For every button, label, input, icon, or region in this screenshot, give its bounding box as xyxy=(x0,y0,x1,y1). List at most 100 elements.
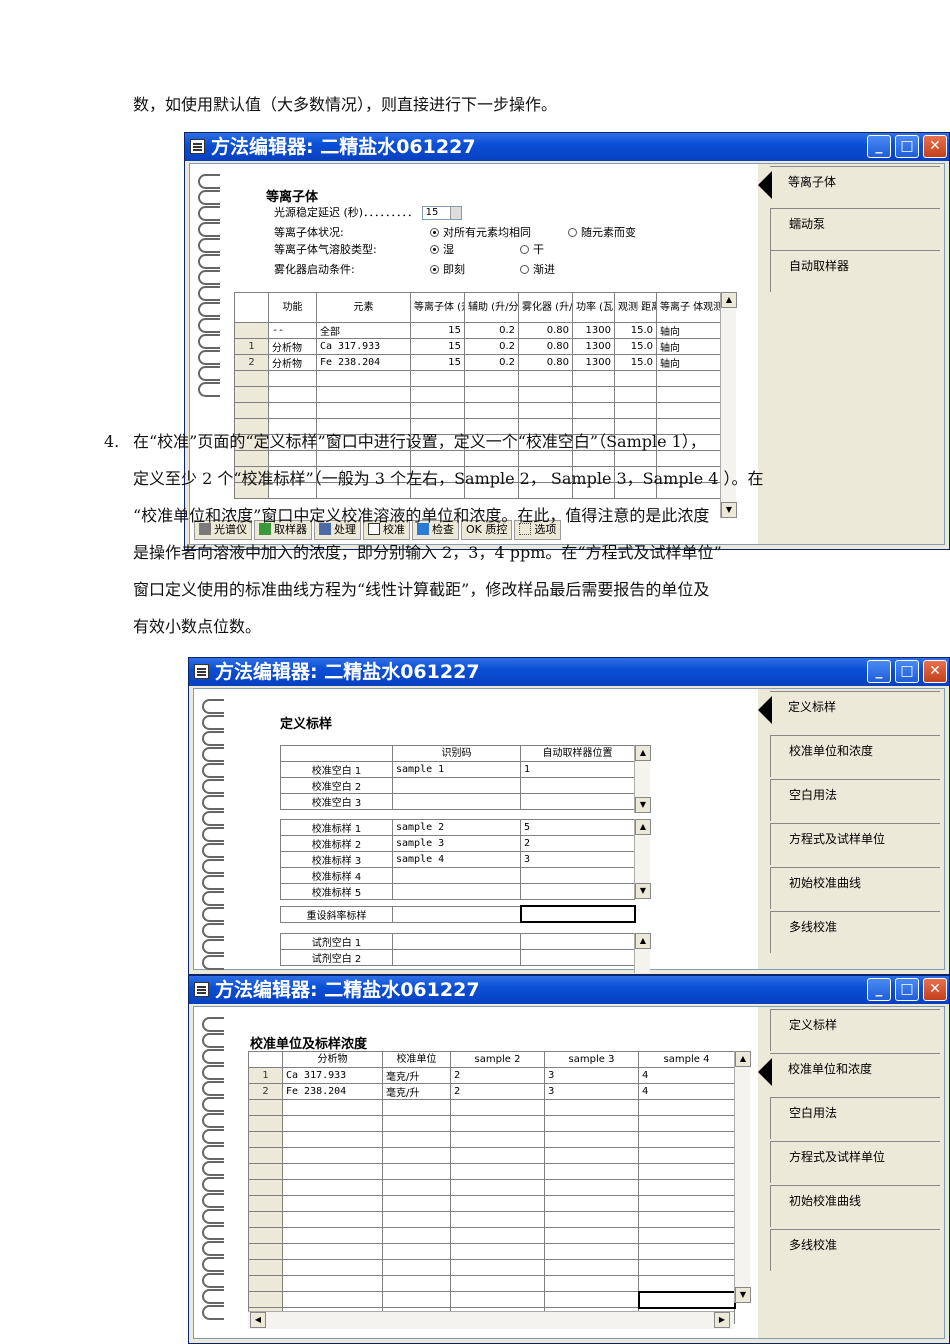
scroll-up-arrow-icon[interactable]: ▲ xyxy=(635,745,651,761)
paragraph-line: 定义至少 2 个“校准标样”（一般为 3 个左右，Sample 2， Sampl… xyxy=(133,469,764,488)
corner-cell xyxy=(234,292,269,323)
tab-calib-units[interactable]: 校准单位和浓度 xyxy=(770,735,940,777)
title-bar[interactable]: 方法编辑器: 二精盐水061227 _ □ ✕ xyxy=(189,976,949,1004)
window-title: 方法编辑器: 二精盐水061227 xyxy=(215,661,480,683)
tab-autosampler[interactable]: 自动取样器 xyxy=(770,250,940,292)
close-button[interactable]: ✕ xyxy=(923,135,947,158)
section-title: 校准单位及标样浓度 xyxy=(250,1037,368,1052)
tab-equation-units[interactable]: 方程式及试样单位 xyxy=(770,823,940,865)
col-header: 分析物 xyxy=(282,1051,383,1068)
table-row[interactable]: 重设斜率标样 xyxy=(280,905,636,923)
tab-initial-curve[interactable]: 初始校准曲线 xyxy=(770,1185,940,1227)
tab-define-standards[interactable]: 定义标样 xyxy=(758,691,940,733)
table-scrollbar[interactable]: ▲ ▼ xyxy=(734,1051,751,1303)
scroll-up-arrow-icon[interactable]: ▲ xyxy=(635,933,651,949)
window-icon xyxy=(194,664,209,679)
close-button[interactable]: ✕ xyxy=(923,660,947,683)
scroll-up-arrow-icon[interactable]: ▲ xyxy=(721,292,737,308)
table-row[interactable]: 校准空白 3 xyxy=(280,793,635,810)
radio-wet[interactable]: 湿 xyxy=(430,241,454,257)
minimize-button[interactable]: _ xyxy=(867,660,891,683)
radio-per-element[interactable]: 随元素而变 xyxy=(568,224,636,240)
plasma-condition-label: 等离子体状况: xyxy=(274,226,344,239)
step-number: 4. xyxy=(104,432,120,451)
radio-gradual[interactable]: 渐进 xyxy=(520,261,555,277)
close-button[interactable]: ✕ xyxy=(923,978,947,1001)
scroll-down-arrow-icon[interactable]: ▼ xyxy=(635,883,651,899)
window-title: 方法编辑器: 二精盐水061227 xyxy=(211,136,476,158)
col-header: 等离子体 (升/分) xyxy=(410,292,465,323)
method-editor-window-standards: 方法编辑器: 二精盐水061227 _ □ ✕ 定义标样 识别码 自动取样器位置 … xyxy=(188,657,950,975)
tab-blank-usage[interactable]: 空白用法 xyxy=(770,1097,940,1139)
paragraph-line: 是操作者向溶液中加入的浓度，即分别输入 2，3，4 ppm。在“方程式及试样单位… xyxy=(133,543,722,562)
table-row[interactable]: 1 Ca 317.933 毫克/升 2 3 4 xyxy=(248,1067,735,1084)
table-row[interactable]: 校准标样 3 sample 43 xyxy=(280,851,635,868)
title-bar[interactable]: 方法编辑器: 二精盐水061227 _ □ ✕ xyxy=(185,133,949,161)
tab-plasma[interactable]: 等离子体 xyxy=(758,166,940,208)
tab-strip: 等离子体 蠕动泵 自动取样器 xyxy=(758,164,944,544)
scroll-down-arrow-icon[interactable]: ▼ xyxy=(721,502,737,518)
col-header: 辅助 (升/分) xyxy=(464,292,519,323)
table-row[interactable]: 校准标样 1 sample 25 xyxy=(280,819,635,836)
concentration-table: 分析物 校准单位 sample 2 sample 3 sample 4 1 Ca … xyxy=(248,1051,736,1324)
tab-multiline[interactable]: 多线校准 xyxy=(770,911,940,953)
editor-client: 定义标样 识别码 自动取样器位置 校准空白 1 sample 11 校准空白 2 校… xyxy=(193,688,945,973)
paragraph-line: 数，如使用默认值（大多数情况），则直接进行下一步操作。 xyxy=(133,95,558,114)
table-row[interactable]: -- 全部 15 0.2 0.80 1300 15.0 轴向 xyxy=(234,322,721,339)
tab-peristaltic-pump[interactable]: 蠕动泵 xyxy=(770,208,940,250)
table-row[interactable]: 校准标样 5 xyxy=(280,883,635,900)
table-row[interactable]: 试剂空白 2 xyxy=(280,949,635,966)
table-row[interactable]: 校准标样 2 sample 32 xyxy=(280,835,635,852)
reagent-table: 试剂空白 1 试剂空白 2 xyxy=(280,933,635,966)
delay-spinner[interactable]: 15 xyxy=(421,206,462,220)
table-row[interactable]: 校准空白 2 xyxy=(280,777,635,794)
scroll-left-arrow-icon[interactable]: ◀ xyxy=(250,1312,266,1328)
table-row[interactable]: 1 分析物 Ca 317.933 15 0.2 0.80 1300 15.0 轴向 xyxy=(234,338,721,355)
title-bar[interactable]: 方法编辑器: 二精盐水061227 _ □ ✕ xyxy=(189,658,949,686)
tab-calib-units[interactable]: 校准单位和浓度 xyxy=(758,1053,940,1095)
col-header: 功能 xyxy=(268,292,317,323)
tab-multiline[interactable]: 多线校准 xyxy=(770,1229,940,1271)
scroll-down-arrow-icon[interactable]: ▼ xyxy=(635,797,651,813)
col-header: 元素 xyxy=(316,292,411,323)
blank-scrollbar[interactable]: ▲ ▼ xyxy=(634,745,651,813)
radio-all-same[interactable]: 对所有元素均相同 xyxy=(430,224,531,240)
horizontal-scrollbar[interactable]: ◀ ▶ xyxy=(248,1311,734,1329)
window-icon xyxy=(190,139,205,154)
col-header: 观测 距离 xyxy=(614,292,657,323)
scroll-down-arrow-icon[interactable]: ▼ xyxy=(735,1287,751,1303)
scroll-up-arrow-icon[interactable]: ▲ xyxy=(635,819,651,835)
active-tab-arrow-icon xyxy=(758,171,772,199)
table-row[interactable]: 2 Fe 238.204 毫克/升 2 3 4 xyxy=(248,1083,735,1100)
tab-strip: 定义标样 校准单位和浓度 空白用法 方程式及试样单位 初始校准曲线 多线校准 xyxy=(758,689,944,969)
minimize-button[interactable]: _ xyxy=(867,978,891,1001)
tab-initial-curve[interactable]: 初始校准曲线 xyxy=(770,867,940,909)
tab-equation-units[interactable]: 方程式及试样单位 xyxy=(770,1141,940,1183)
aerosol-type-label: 等离子体气溶胶类型: xyxy=(274,243,377,256)
reslope-table: 重设斜率标样 xyxy=(280,905,636,923)
scroll-right-arrow-icon[interactable]: ▶ xyxy=(714,1312,730,1328)
radio-instant[interactable]: 即刻 xyxy=(430,261,465,277)
tab-blank-usage[interactable]: 空白用法 xyxy=(770,779,940,821)
maximize-button[interactable]: □ xyxy=(895,978,919,1001)
table-row[interactable]: 试剂空白 1 xyxy=(280,933,635,950)
spiral-binding-icon xyxy=(202,699,226,971)
maximize-button[interactable]: □ xyxy=(895,135,919,158)
col-header: 功率 (瓦) xyxy=(572,292,615,323)
tab-define-standards[interactable]: 定义标样 xyxy=(770,1009,940,1051)
table-row[interactable]: 校准空白 1 sample 11 xyxy=(280,761,635,778)
paragraph-line: 窗口定义使用的标准曲线方程为“线性计算截距”，修改样品最后需要报告的单位及 xyxy=(133,580,710,599)
reagent-scrollbar[interactable]: ▲ xyxy=(634,933,651,973)
minimize-button[interactable]: _ xyxy=(867,135,891,158)
table-row[interactable]: 校准标样 4 xyxy=(280,867,635,884)
col-header: 校准单位 xyxy=(382,1051,451,1068)
standards-scrollbar[interactable]: ▲ ▼ xyxy=(634,819,651,899)
radio-dry[interactable]: 干 xyxy=(520,241,544,257)
table-row[interactable]: 2 分析物 Fe 238.204 15 0.2 0.80 1300 15.0 轴向 xyxy=(234,354,721,371)
section-title: 定义标样 xyxy=(280,717,333,732)
scroll-up-arrow-icon[interactable]: ▲ xyxy=(735,1051,751,1067)
col-header: sample 4 xyxy=(638,1051,735,1068)
col-header: sample 2 xyxy=(450,1051,545,1068)
editor-client: 校准单位及标样浓度 分析物 校准单位 sample 2 sample 3 sam… xyxy=(193,1006,945,1339)
maximize-button[interactable]: □ xyxy=(895,660,919,683)
